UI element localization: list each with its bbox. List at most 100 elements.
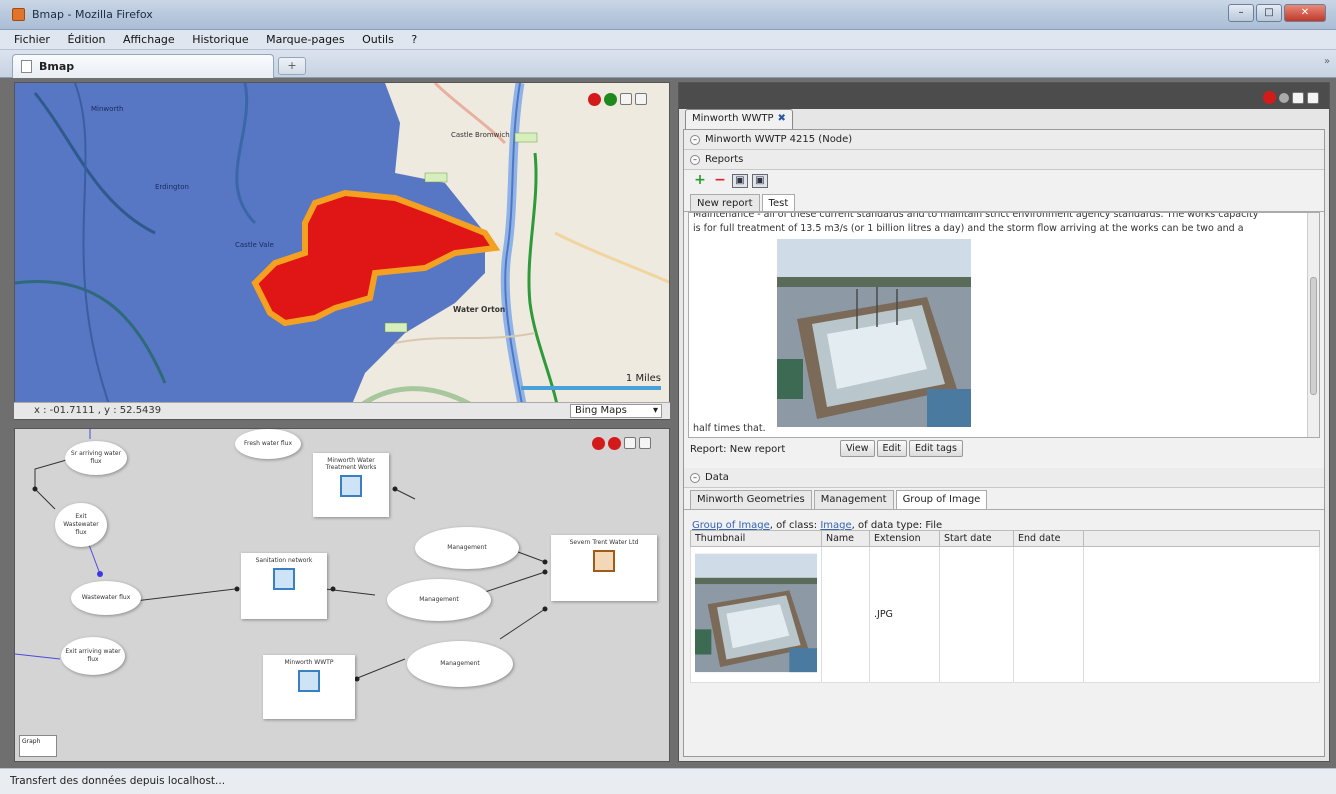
menu-affichage[interactable]: Affichage — [116, 30, 182, 46]
scrollbar-thumb[interactable] — [1310, 277, 1317, 395]
data-header-label: Data — [705, 472, 729, 483]
report-actions: Report: New report View Edit Edit tags — [684, 438, 1324, 462]
node-management-2[interactable]: Management — [387, 579, 491, 621]
map-label-water-orton: Water Orton — [453, 305, 506, 314]
map-label-castle-vale: Castle Vale — [235, 241, 274, 249]
end-date-cell — [1013, 546, 1084, 683]
maximize-button[interactable]: □ — [1256, 4, 1282, 22]
network-icon — [273, 568, 295, 590]
browser-tab-bmap[interactable]: Bmap — [12, 54, 274, 78]
details-window-controls — [1263, 91, 1319, 104]
tab-test[interactable]: Test — [761, 194, 796, 211]
map-label-castle-bromwich: Castle Bromwich — [451, 131, 510, 139]
save-as-icon[interactable]: ▣ — [752, 174, 768, 188]
node-water-treatment-works[interactable]: Minworth Water Treatment Works — [313, 453, 389, 517]
map-refresh-dot[interactable] — [604, 93, 617, 106]
report-text-tail: half times that. — [693, 423, 766, 434]
node-management-1[interactable]: Management — [415, 527, 519, 569]
menu-marque-pages[interactable]: Marque-pages — [259, 30, 351, 46]
menu-outils[interactable]: Outils — [355, 30, 401, 46]
report-scrollbar[interactable] — [1307, 213, 1319, 437]
name-cell — [821, 546, 870, 683]
node-management-3[interactable]: Management — [407, 641, 513, 687]
tab-group-of-image[interactable]: Group of Image — [895, 490, 988, 509]
node-wastewater-flux[interactable]: Wastewater flux — [71, 581, 141, 615]
graph-overview[interactable]: Graph — [19, 735, 57, 757]
remove-report-button[interactable]: − — [712, 173, 728, 188]
map-canvas[interactable] — [15, 83, 670, 420]
edit-button[interactable]: Edit — [876, 440, 907, 457]
map-scale-line — [521, 386, 661, 390]
tab-scroll-button[interactable]: » — [1324, 56, 1336, 74]
col-extension[interactable]: Extension — [869, 530, 940, 547]
start-date-cell — [939, 546, 1014, 683]
details-maximize-icon[interactable] — [1307, 91, 1319, 104]
node-minworth-wwtp[interactable]: Minworth WWTP — [263, 655, 355, 719]
view-button[interactable]: View — [840, 440, 875, 457]
edit-tags-button[interactable]: Edit tags — [908, 440, 963, 457]
menu-help[interactable]: ? — [404, 30, 424, 46]
browser-tab-bar: Bmap + » — [0, 50, 1336, 78]
graph-refresh-dot[interactable] — [608, 437, 621, 450]
map-scale-bar: 1 Miles — [521, 373, 661, 390]
tab-minworth-geometries[interactable]: Minworth Geometries — [690, 490, 812, 509]
map-coordinates: x : -01.7111 , y : 52.5439 — [34, 405, 162, 416]
report-text-line1: Maintenance - all of these current stand… — [693, 212, 1259, 220]
menu-fichier[interactable]: Fichier — [0, 30, 57, 46]
details-close-dot[interactable] — [1263, 91, 1276, 104]
node-sr-arriving-water-flux[interactable]: Sr arriving water flux — [65, 441, 127, 475]
new-tab-button[interactable]: + — [278, 57, 306, 75]
graph-panel[interactable]: Sr arriving water flux Exit Wastewater f… — [14, 428, 670, 762]
col-name[interactable]: Name — [821, 530, 870, 547]
menu-bar: Fichier Édition Affichage Historique Mar… — [0, 30, 1336, 50]
col-thumbnail[interactable]: Thumbnail — [690, 530, 822, 547]
minimize-button[interactable]: – — [1228, 4, 1254, 22]
details-minimize-icon[interactable] — [1292, 91, 1304, 104]
node-severn-trent[interactable]: Severn Trent Water Ltd — [551, 535, 657, 601]
table-row[interactable]: .JPG — [690, 546, 1320, 683]
map-panel[interactable]: Castle Bromwich Minworth Water Orton Erd… — [14, 82, 670, 420]
thumbnail-cell — [690, 546, 822, 683]
person-icon — [593, 550, 615, 572]
menu-historique[interactable]: Historique — [185, 30, 255, 46]
filler-cell — [1083, 546, 1320, 683]
map-provider-select[interactable]: Bing Maps — [570, 404, 662, 418]
close-button[interactable]: ✕ — [1284, 4, 1326, 22]
report-content[interactable]: Maintenance - all of these current stand… — [688, 212, 1320, 438]
node-exit-arriving-water-flux[interactable]: Exit arriving water flux — [61, 637, 125, 675]
node-severn-trent-label: Severn Trent Water Ltd — [569, 539, 639, 546]
tab-new-report[interactable]: New report — [690, 194, 760, 211]
collapse-icon[interactable]: – — [690, 473, 700, 483]
graph-close-dot[interactable] — [592, 437, 605, 450]
data-table: Thumbnail Name Extension Start date End … — [690, 530, 1320, 683]
node-exit-wastewater-flux[interactable]: Exit Wastewater flux — [55, 503, 107, 547]
add-report-button[interactable]: + — [692, 173, 708, 188]
map-close-dot[interactable] — [588, 93, 601, 106]
node-water-treatment-works-label: Minworth Water Treatment Works — [325, 457, 377, 471]
save-icon[interactable]: ▣ — [732, 174, 748, 188]
menu-edition[interactable]: Édition — [60, 30, 112, 46]
tab-close-icon[interactable]: ✖ — [778, 113, 786, 124]
reports-header[interactable]: – Reports — [684, 150, 1324, 170]
tab-minworth-wwtp[interactable]: Minworth WWTP ✖ — [685, 109, 793, 129]
map-minimize-icon[interactable] — [620, 93, 632, 105]
graph-maximize-icon[interactable] — [639, 437, 651, 449]
node-fresh-water-flux[interactable]: Fresh water flux — [235, 429, 301, 459]
col-start-date[interactable]: Start date — [939, 530, 1014, 547]
window-controls: – □ ✕ — [1228, 4, 1326, 22]
node-header[interactable]: – Minworth WWTP 4215 (Node) — [684, 130, 1324, 150]
data-header[interactable]: – Data — [684, 468, 1324, 488]
details-refresh-dot[interactable] — [1279, 92, 1289, 103]
data-tabs: Minworth Geometries Management Group of … — [684, 488, 1324, 510]
collapse-icon[interactable]: – — [690, 135, 700, 145]
map-maximize-icon[interactable] — [635, 93, 647, 105]
collapse-icon[interactable]: – — [690, 155, 700, 165]
tab-management[interactable]: Management — [813, 490, 894, 509]
report-text-line2: is for full treatment of 13.5 m3/s (or 1… — [693, 223, 1244, 234]
col-end-date[interactable]: End date — [1013, 530, 1084, 547]
report-name: New report — [729, 444, 786, 455]
node-minworth-wwtp-label: Minworth WWTP — [284, 659, 334, 666]
node-sanitation-network[interactable]: Sanitation network — [241, 553, 327, 619]
graph-minimize-icon[interactable] — [624, 437, 636, 449]
map-scale-label: 1 Miles — [625, 373, 661, 384]
